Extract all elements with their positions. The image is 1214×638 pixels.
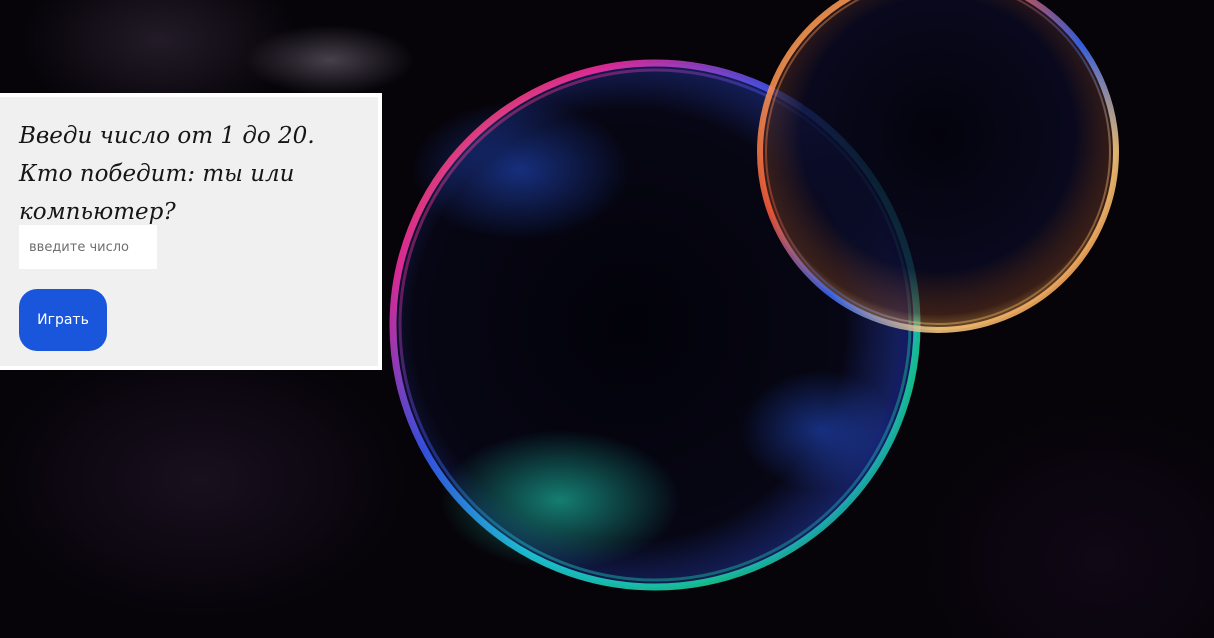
number-input[interactable] [19, 225, 157, 269]
game-prompt: Введи число от 1 до 20. Кто победит: ты … [19, 117, 364, 231]
prompt-line-question: Кто победит: ты или компьютер? [19, 161, 295, 225]
play-button[interactable]: Играть [19, 289, 107, 351]
game-panel: Введи число от 1 до 20. Кто победит: ты … [0, 93, 382, 370]
prompt-line-range: Введи число от 1 до 20. [19, 123, 315, 149]
